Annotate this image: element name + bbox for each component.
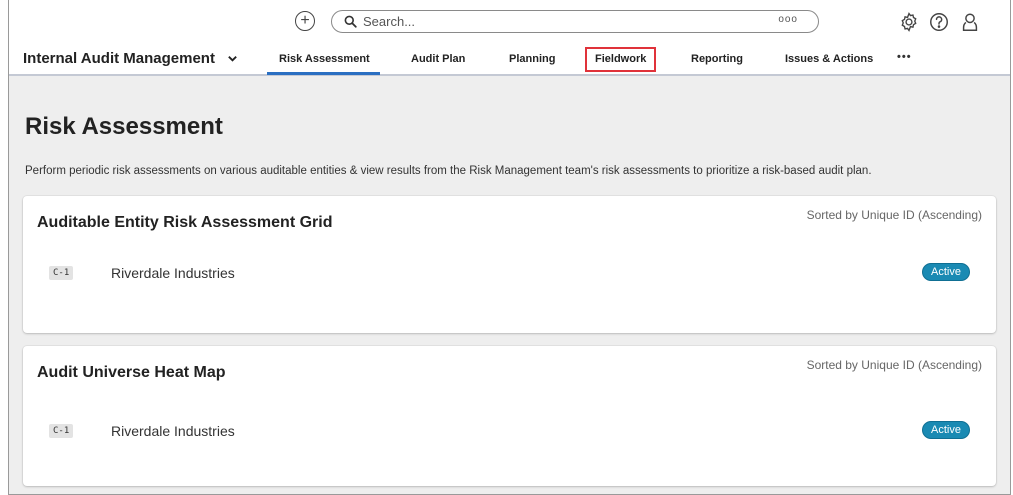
- page-title: Risk Assessment: [25, 113, 223, 140]
- app-name: Internal Audit Management: [23, 50, 215, 67]
- sort-indicator[interactable]: Sorted by Unique ID (Ascending): [807, 208, 982, 222]
- help-icon[interactable]: [928, 11, 950, 33]
- card-title: Audit Universe Heat Map: [37, 364, 226, 381]
- sort-indicator[interactable]: Sorted by Unique ID (Ascending): [807, 358, 982, 372]
- user-icon[interactable]: [959, 11, 981, 33]
- more-tabs-icon[interactable]: •••: [897, 51, 912, 63]
- tab-reporting[interactable]: Reporting: [691, 53, 743, 65]
- tab-planning[interactable]: Planning: [509, 53, 555, 65]
- search-input[interactable]: [363, 14, 743, 29]
- top-bar: + ooo: [9, 0, 1010, 44]
- card-title: Auditable Entity Risk Assessment Grid: [37, 214, 333, 231]
- heat-map-card: Audit Universe Heat Map Sorted by Unique…: [23, 346, 996, 486]
- app-window: + ooo: [8, 0, 1011, 495]
- search-box[interactable]: ooo: [331, 10, 819, 33]
- status-badge: Active: [922, 263, 970, 281]
- search-icon: [344, 15, 357, 28]
- app-switcher[interactable]: Internal Audit Management: [23, 50, 238, 67]
- tab-issues-actions[interactable]: Issues & Actions: [785, 53, 873, 65]
- tab-risk-assessment[interactable]: Risk Assessment: [267, 53, 380, 75]
- unique-id-badge: C-1: [49, 424, 74, 438]
- table-row[interactable]: C-1 Riverdale Industries Active: [23, 418, 996, 446]
- tab-audit-plan[interactable]: Audit Plan: [411, 53, 465, 65]
- page-description: Perform periodic risk assessments on var…: [25, 165, 872, 177]
- search-options-icon[interactable]: ooo: [778, 14, 798, 25]
- status-badge: Active: [922, 421, 970, 439]
- settings-icon[interactable]: [898, 11, 920, 33]
- chevron-down-icon: [228, 56, 237, 62]
- risk-assessment-grid-card: Auditable Entity Risk Assessment Grid So…: [23, 196, 996, 333]
- unique-id-badge: C-1: [49, 266, 74, 280]
- fieldwork-highlight: [585, 47, 656, 72]
- nav-bar: Internal Audit Management Risk Assessmen…: [9, 44, 1010, 76]
- plus-circle-icon[interactable]: +: [295, 11, 315, 31]
- entity-name[interactable]: Riverdale Industries: [111, 423, 235, 439]
- table-row[interactable]: C-1 Riverdale Industries Active: [23, 260, 996, 288]
- entity-name[interactable]: Riverdale Industries: [111, 265, 235, 281]
